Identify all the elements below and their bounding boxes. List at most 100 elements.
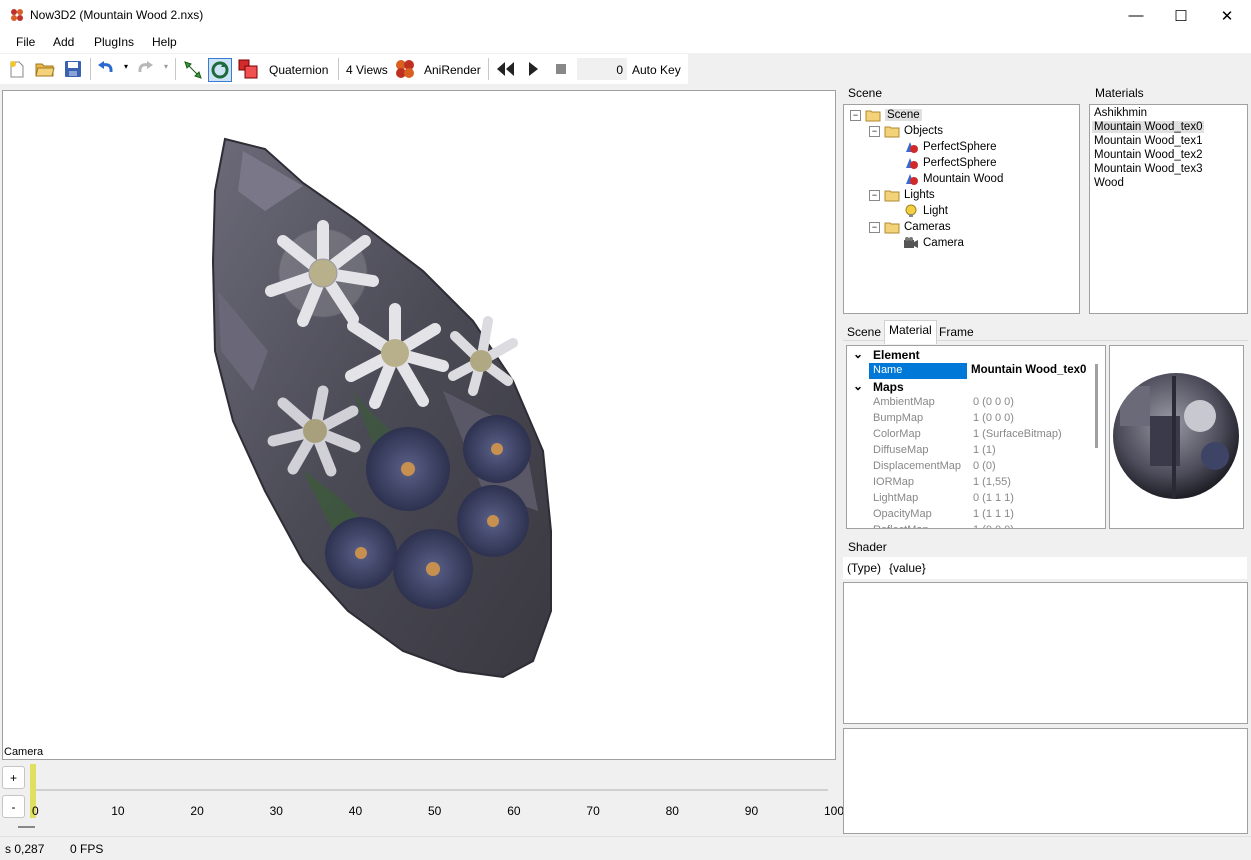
redo-icon — [138, 61, 153, 73]
scene-tree[interactable]: − Scene − Objects PerfectSphere PerfectSphere… — [843, 104, 1080, 314]
maximize-button[interactable]: ☐ — [1158, 0, 1204, 31]
rewind-icon — [497, 62, 514, 76]
save-button[interactable] — [62, 58, 84, 80]
menu-add[interactable]: Add — [53, 35, 74, 49]
tree-item[interactable]: − Cameras — [869, 219, 951, 235]
app-icon — [11, 9, 23, 21]
property-name-row[interactable]: Name Mountain Wood_tex0 — [847, 363, 1089, 379]
stop-button[interactable] — [550, 58, 572, 80]
zoom-in-button[interactable]: + — [2, 766, 25, 789]
menu-file[interactable]: File — [16, 35, 35, 49]
property-grid[interactable]: ⌄ Element Name Mountain Wood_tex0 ⌄ Maps… — [846, 345, 1106, 529]
timeline-tick-label: 90 — [744, 804, 759, 818]
tree-item[interactable]: − Lights — [869, 187, 935, 203]
menu-help[interactable]: Help — [152, 35, 177, 49]
map-property-row[interactable]: ReflectMap 1 (0 0 0) — [847, 524, 1089, 528]
tree-item-label: PerfectSphere — [923, 157, 997, 169]
map-property-value: 1 (1,55) — [973, 476, 1011, 488]
rotate-tool-button[interactable] — [208, 58, 232, 82]
quaternion-button[interactable]: Quaternion — [269, 63, 328, 77]
tree-item[interactable]: − Scene — [850, 107, 922, 123]
map-property-row[interactable]: DisplacementMap 0 (0) — [847, 460, 1089, 476]
material-item[interactable]: Wood — [1094, 177, 1124, 189]
play-button[interactable] — [522, 58, 544, 80]
timeline-scrollbar[interactable] — [18, 826, 35, 828]
minimize-button[interactable]: — — [1113, 0, 1159, 31]
frame-value: 0 — [616, 63, 623, 77]
viewport-3d[interactable] — [2, 90, 836, 760]
material-item[interactable]: Mountain Wood_tex0 — [1092, 121, 1205, 133]
frame-field[interactable]: 0 — [577, 58, 627, 80]
shader-type-header: (Type) — [847, 561, 882, 575]
close-button[interactable]: ✕ — [1204, 0, 1250, 31]
open-folder-icon — [35, 63, 55, 77]
anirender-icon-button[interactable] — [394, 58, 416, 80]
gentian-flower — [457, 485, 529, 557]
tree-item[interactable]: PerfectSphere — [888, 139, 997, 155]
scale-icon — [238, 59, 258, 79]
shader-properties[interactable] — [843, 728, 1248, 834]
redo-dropdown-icon[interactable]: ▾ — [164, 62, 168, 71]
maximize-icon: ☐ — [1174, 7, 1188, 25]
category-maps-toggle[interactable]: ⌄ — [853, 379, 863, 395]
status-bar: s 0,287 0 FPS — [0, 836, 1251, 860]
map-property-value: 0 (0 0 0) — [973, 396, 1014, 408]
category-element-toggle[interactable]: ⌄ — [853, 347, 863, 363]
camera-icon — [903, 236, 919, 250]
toolbar-separator — [175, 58, 176, 80]
folder-icon — [884, 124, 900, 138]
tree-item[interactable]: Mountain Wood — [888, 171, 1003, 187]
map-property-row[interactable]: ColorMap 1 (SurfaceBitmap) — [847, 428, 1089, 444]
material-item[interactable]: Mountain Wood_tex1 — [1094, 135, 1202, 147]
category-element: Element — [873, 348, 920, 362]
zoom-out-button[interactable]: - — [2, 795, 25, 818]
property-scrollbar[interactable] — [1095, 364, 1098, 448]
property-name-value[interactable]: Mountain Wood_tex0 — [971, 364, 1089, 376]
anirender-button[interactable]: AniRender — [424, 63, 481, 77]
four-views-button[interactable]: 4 Views — [346, 63, 388, 77]
object-icon — [903, 156, 919, 170]
map-property-row[interactable]: LightMap 0 (1 1 1) — [847, 492, 1089, 508]
tree-toggle-icon[interactable]: − — [869, 221, 880, 233]
rewind-button[interactable] — [494, 58, 516, 80]
map-property-row[interactable]: OpacityMap 1 (1 1 1) — [847, 508, 1089, 524]
materials-list[interactable]: Ashikhmin Mountain Wood_tex0 Mountain Wood… — [1089, 104, 1248, 314]
material-item[interactable]: Mountain Wood_tex2 — [1094, 149, 1202, 161]
map-property-row[interactable]: IORMap 1 (1,55) — [847, 476, 1089, 492]
tree-item[interactable]: PerfectSphere — [888, 155, 997, 171]
window-title: Now3D2 (Mountain Wood 2.nxs) — [30, 8, 204, 22]
material-item[interactable]: Ashikhmin — [1094, 107, 1147, 119]
undo-dropdown-icon[interactable]: ▾ — [124, 62, 128, 71]
tab-frame[interactable]: Frame — [935, 323, 978, 343]
map-property-row[interactable]: DiffuseMap 1 (1) — [847, 444, 1089, 460]
tree-item-label: Scene — [885, 109, 922, 121]
new-file-button[interactable] — [6, 58, 28, 80]
shader-list[interactable] — [843, 582, 1248, 724]
gentian-flower — [393, 529, 473, 609]
material-item[interactable]: Mountain Wood_tex3 — [1094, 163, 1202, 175]
title-bar: Now3D2 (Mountain Wood 2.nxs) — ☐ ✕ — [0, 0, 1251, 31]
map-property-row[interactable]: BumpMap 1 (0 0 0) — [847, 412, 1089, 428]
tree-toggle-icon[interactable]: − — [850, 109, 861, 121]
tree-item[interactable]: Light — [888, 203, 948, 219]
tree-toggle-icon[interactable]: − — [869, 125, 880, 137]
map-property-row[interactable]: AmbientMap 0 (0 0 0) — [847, 396, 1089, 412]
undo-button[interactable] — [95, 58, 117, 80]
tree-item-label: Objects — [904, 125, 943, 137]
tab-material[interactable]: Material — [884, 320, 937, 344]
stop-icon — [556, 64, 566, 74]
map-property-value: 0 (1 1 1) — [973, 492, 1014, 504]
menu-plugins[interactable]: PlugIns — [94, 35, 134, 49]
timeline-track[interactable] — [36, 789, 828, 791]
redo-button[interactable] — [134, 58, 156, 80]
tree-toggle-icon[interactable]: − — [869, 189, 880, 201]
tree-item[interactable]: − Objects — [869, 123, 943, 139]
open-file-button[interactable] — [34, 58, 56, 80]
move-tool-button[interactable] — [181, 58, 203, 80]
timeline-tick-label: 60 — [507, 804, 521, 818]
tab-scene[interactable]: Scene — [843, 323, 885, 343]
scale-tool-button[interactable] — [237, 58, 259, 80]
tree-item-label: Cameras — [904, 221, 951, 233]
tree-item[interactable]: Camera — [888, 235, 964, 251]
auto-key-button[interactable]: Auto Key — [632, 63, 681, 77]
